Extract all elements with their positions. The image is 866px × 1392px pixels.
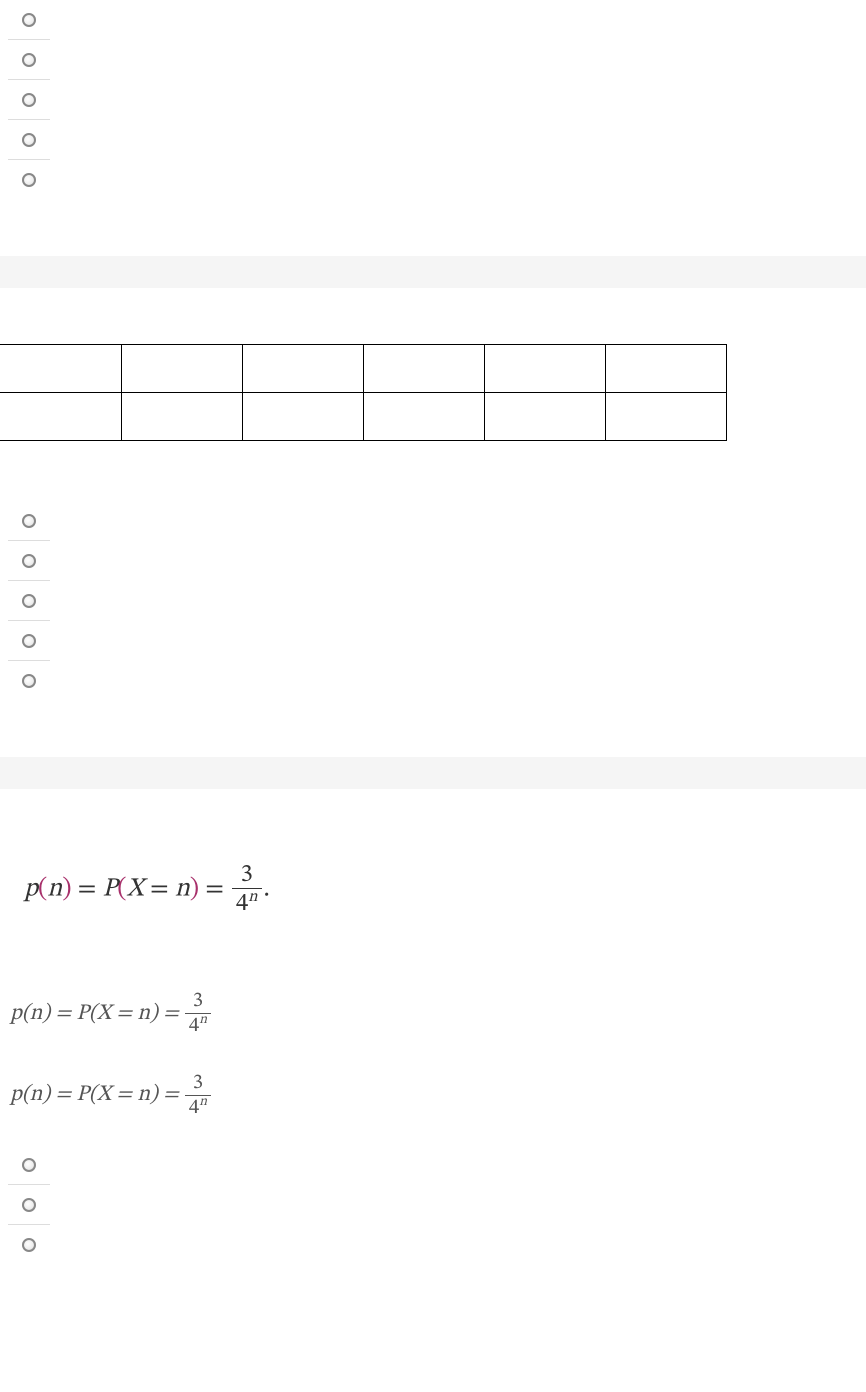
radio-option[interactable] <box>8 581 50 621</box>
radio-option[interactable] <box>8 80 50 120</box>
radio-option[interactable] <box>8 1185 50 1225</box>
table-cell <box>121 345 242 393</box>
frac-num: 3 <box>189 1072 207 1095</box>
table-cell <box>0 345 121 393</box>
math-X: X <box>127 876 144 902</box>
radio-option[interactable] <box>8 661 50 701</box>
radio-option[interactable] <box>8 1145 50 1185</box>
radio-option[interactable] <box>8 1225 50 1265</box>
table-cell <box>121 393 242 441</box>
table-cell <box>605 393 726 441</box>
frac-den: 4n <box>185 1013 211 1038</box>
math-eq: = <box>72 876 103 902</box>
radio-option[interactable] <box>8 160 50 200</box>
table-cell <box>242 345 363 393</box>
radio-icon <box>22 133 36 147</box>
radio-option[interactable] <box>8 40 50 80</box>
radio-icon <box>22 514 36 528</box>
table-row <box>0 393 726 441</box>
distribution-table <box>0 344 727 441</box>
table-cell <box>484 393 605 441</box>
math-eqn: = <box>144 876 175 902</box>
table-cell <box>605 345 726 393</box>
math-definition: p(n) = P(X = n) = 34n. <box>0 845 866 934</box>
radio-icon <box>22 554 36 568</box>
radio-icon <box>22 1198 36 1212</box>
radio-option[interactable] <box>8 621 50 661</box>
frac-num: 3 <box>237 861 257 888</box>
math-p: p <box>24 876 38 902</box>
radio-icon <box>22 594 36 608</box>
table-cell <box>484 345 605 393</box>
table-cell <box>363 345 484 393</box>
radio-icon <box>22 53 36 67</box>
radio-option[interactable] <box>8 0 50 40</box>
radio-icon <box>22 1238 36 1252</box>
table-row <box>0 345 726 393</box>
section-divider <box>0 757 866 789</box>
radio-option[interactable] <box>8 541 50 581</box>
math-n2: n <box>175 876 190 902</box>
radio-icon <box>22 634 36 648</box>
radio-icon <box>22 1158 36 1172</box>
radio-group-2 <box>0 501 866 701</box>
math-fraction: 34n <box>185 990 211 1038</box>
radio-icon <box>22 173 36 187</box>
math-capP: P <box>103 876 118 902</box>
radio-group-1 <box>0 0 866 200</box>
math-fraction: 34n <box>232 861 261 918</box>
math-rparen: ) <box>62 876 71 902</box>
frac-den: 4n <box>232 888 261 917</box>
math-expression-copy: p(n) = P(X = n) = 34n <box>0 982 866 1046</box>
frac-den: 4n <box>185 1095 211 1120</box>
radio-icon <box>22 13 36 27</box>
radio-option[interactable] <box>8 501 50 541</box>
math-text: p(n) = P(X = n) = <box>10 1000 179 1028</box>
radio-icon <box>22 93 36 107</box>
section-divider <box>0 256 866 288</box>
math-text: p(n) = P(X = n) = <box>10 1081 179 1109</box>
math-rparen2: ) <box>190 876 199 902</box>
table-cell <box>363 393 484 441</box>
math-lparen2: ( <box>117 876 126 902</box>
table-cell <box>0 393 121 441</box>
math-n: n <box>47 876 62 902</box>
radio-option[interactable] <box>8 120 50 160</box>
frac-num: 3 <box>189 990 207 1013</box>
math-expression-copy: p(n) = P(X = n) = 34n <box>0 1064 866 1128</box>
math-lparen: ( <box>38 876 47 902</box>
table-cell <box>242 393 363 441</box>
math-fraction: 34n <box>185 1072 211 1120</box>
math-dot: . <box>264 876 270 902</box>
radio-group-3 <box>0 1145 866 1265</box>
math-eq2: = <box>199 876 230 902</box>
radio-icon <box>22 674 36 688</box>
